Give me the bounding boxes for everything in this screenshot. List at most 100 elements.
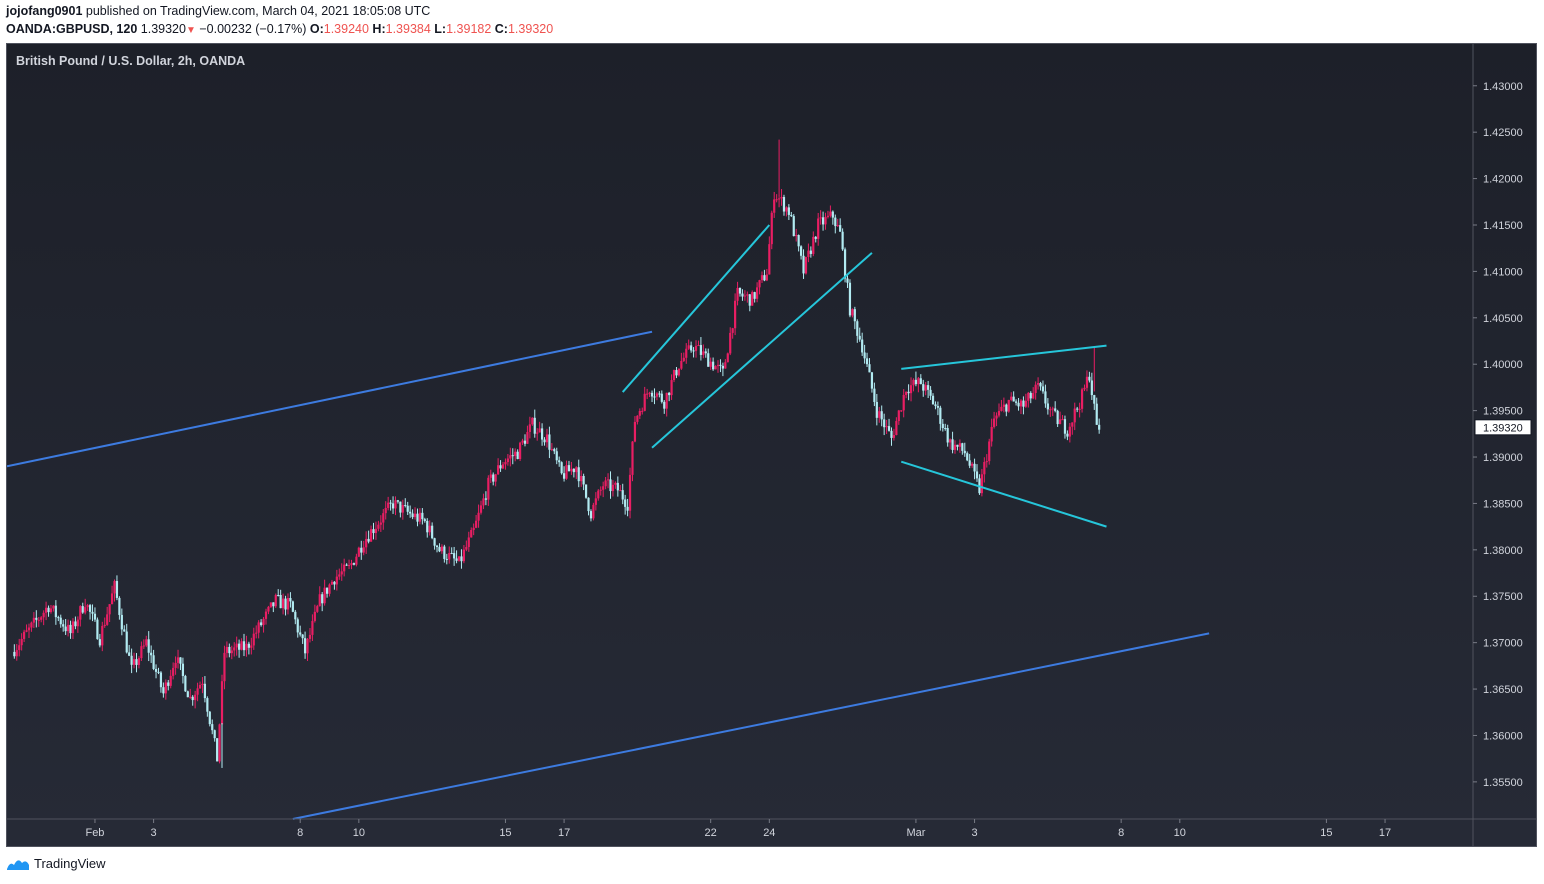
candle-body: [694, 345, 698, 351]
candle-body: [499, 465, 502, 469]
time-tick-label: 10: [353, 827, 365, 839]
candle-body: [250, 645, 253, 648]
time-tick-label: 3: [971, 827, 977, 839]
candle-body: [91, 611, 94, 614]
candle-body: [294, 611, 297, 620]
candle-body: [245, 643, 248, 651]
candle-body: [765, 274, 768, 281]
candle-body: [196, 688, 199, 695]
candle-body: [1076, 408, 1079, 410]
candle-body: [782, 197, 786, 212]
candle-body: [799, 246, 803, 256]
candle-body: [465, 547, 468, 550]
candle-body: [433, 538, 436, 546]
candle-body: [839, 225, 842, 232]
candle-body: [819, 217, 822, 219]
current-price-tag: 1.39320: [1474, 419, 1532, 436]
candle-body: [785, 207, 788, 212]
candle-body: [624, 499, 627, 507]
candle-body: [377, 524, 380, 529]
price-tick-label: 1.36000: [1483, 730, 1523, 742]
candle-body: [1017, 402, 1020, 407]
candle-body: [746, 294, 749, 296]
candle-body: [988, 441, 991, 462]
candle-body: [453, 553, 456, 559]
candle-body: [289, 597, 292, 602]
candle-body: [365, 538, 368, 548]
candle-body: [538, 428, 541, 433]
brand-name[interactable]: TradingView: [34, 856, 106, 871]
candle-body: [218, 724, 221, 762]
candle-body: [272, 602, 275, 607]
candle-body: [611, 484, 615, 492]
candle-body: [1024, 400, 1027, 407]
candle-body: [936, 406, 940, 408]
candle-body: [941, 423, 944, 429]
candle-body: [64, 626, 67, 632]
candle-body: [812, 236, 815, 254]
candle-body: [983, 462, 986, 475]
candle-body: [716, 364, 720, 367]
candle-body: [966, 453, 969, 461]
candle-body: [296, 619, 299, 633]
candle-body: [438, 547, 441, 552]
candle-body: [1014, 401, 1018, 403]
candle-body: [264, 611, 268, 619]
candle-body: [362, 547, 365, 553]
candle-body: [30, 622, 33, 628]
candle-body: [724, 362, 727, 369]
candle-body: [922, 384, 925, 391]
author-name[interactable]: jojofang0901: [6, 4, 82, 18]
candle-body: [23, 631, 26, 639]
candle-body: [670, 380, 673, 396]
candle-body: [247, 643, 250, 648]
candle-body: [919, 378, 922, 385]
candle-body: [934, 404, 937, 407]
candle-body: [660, 393, 663, 402]
candle-body: [575, 467, 578, 473]
candle-body: [856, 321, 859, 336]
candle-body: [956, 444, 959, 447]
candle-body: [1010, 396, 1013, 400]
candle-body: [677, 368, 681, 376]
candle-body: [643, 393, 646, 411]
candle-body: [113, 581, 116, 594]
candle-body: [328, 584, 331, 594]
candle-body: [692, 350, 695, 352]
candle-body: [335, 576, 338, 585]
candle-body: [431, 525, 434, 539]
chart-frame[interactable]: 1.43000 1.42500 1.42000 1.41500 1.41000 1.405…: [6, 43, 1537, 847]
candle-body: [482, 498, 485, 506]
candle-body: [387, 502, 390, 508]
candle-body: [875, 401, 878, 418]
candle-body: [279, 595, 282, 609]
candle-body: [198, 685, 202, 689]
candle-body: [44, 607, 48, 613]
candle-body: [555, 451, 558, 461]
candle-body: [753, 292, 756, 299]
candle-body: [101, 625, 104, 646]
candle-body: [758, 280, 761, 288]
time-tick-label: 8: [297, 827, 303, 839]
candle-body: [345, 564, 348, 566]
price-chart[interactable]: 1.43000 1.42500 1.42000 1.41500 1.41000 1.405…: [7, 44, 1536, 846]
candle-body: [631, 441, 634, 475]
candle-body: [572, 468, 575, 473]
candle-body: [760, 275, 764, 281]
candle-body: [1095, 403, 1098, 425]
candle-body: [286, 597, 290, 610]
candle-body: [924, 385, 927, 391]
candle-body: [861, 339, 864, 353]
candle-body: [567, 465, 571, 472]
candle-body: [980, 474, 983, 494]
candle-body: [961, 443, 964, 451]
candle-body: [208, 711, 211, 725]
candle-body: [228, 646, 231, 654]
candle-body: [528, 424, 531, 432]
price-change: −0.00232 (−0.17%): [199, 22, 307, 36]
candle-body: [646, 393, 649, 395]
candle-body: [1054, 408, 1057, 411]
candle-body: [577, 467, 580, 482]
candle-body: [374, 528, 378, 534]
candle-body: [1036, 383, 1040, 385]
